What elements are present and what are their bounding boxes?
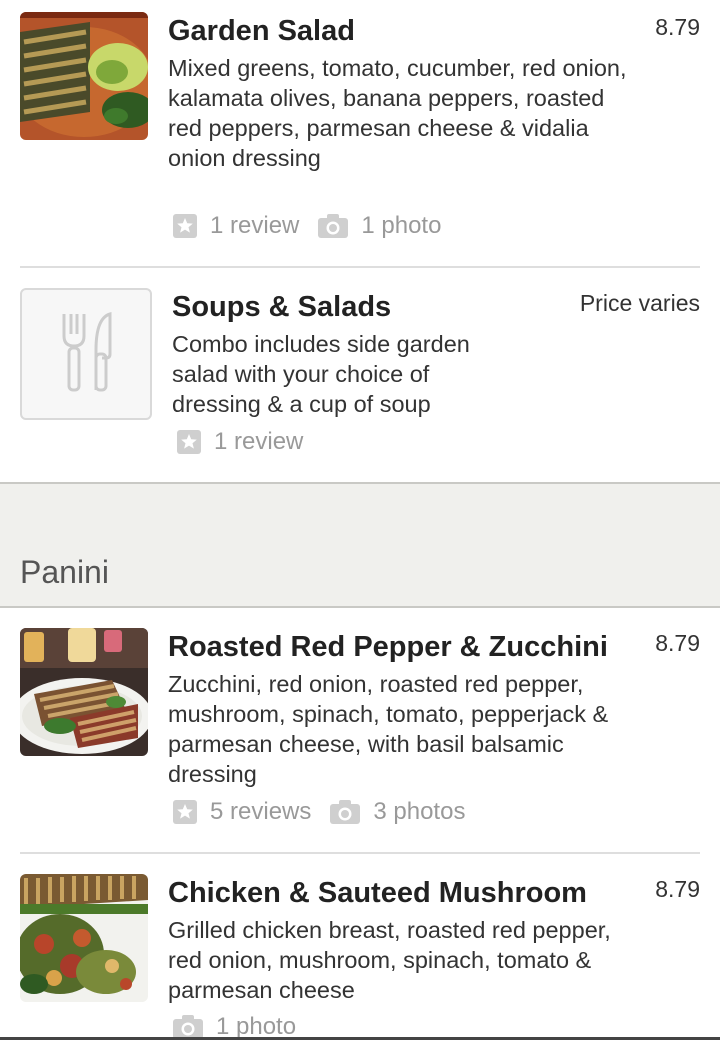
star-icon [172, 213, 198, 239]
photo-count[interactable]: 3 photos [329, 796, 465, 828]
review-count-label: 1 review [210, 212, 300, 239]
review-count-label: 5 reviews [210, 798, 312, 825]
item-title[interactable]: Soups & Salads [172, 289, 391, 325]
photo-count[interactable]: 1 photo [317, 210, 441, 242]
item-divider [20, 852, 700, 854]
item-photo[interactable] [20, 12, 148, 140]
item-description: Combo includes side garden salad with yo… [172, 331, 470, 417]
item-meta: 1 photo [172, 1011, 314, 1040]
photo-count-label: 1 photo [216, 1013, 297, 1040]
photo-count-label: 1 photo [361, 212, 442, 239]
item-description: Grilled chicken breast, roasted red pepp… [168, 917, 611, 1003]
review-count[interactable]: 5 reviews [172, 796, 311, 828]
item-price: Price varies [579, 290, 700, 316]
photo-count[interactable]: 1 photo [172, 1011, 296, 1040]
star-icon [176, 429, 202, 455]
item-description: Zucchini, red onion, roasted red pepper,… [168, 671, 609, 787]
item-meta: 5 reviews 3 photos [172, 796, 483, 828]
star-icon [172, 799, 198, 825]
item-price: 8.79 [655, 14, 700, 40]
camera-icon [329, 799, 361, 825]
review-count[interactable]: 1 review [172, 210, 299, 242]
review-count[interactable]: 1 review [176, 426, 303, 458]
item-photo-placeholder [20, 288, 152, 420]
item-meta: 1 review 1 photo [172, 210, 459, 242]
section-title-panini: Panini [20, 554, 109, 590]
review-count-label: 1 review [214, 428, 304, 455]
chicken-panini-photo-image [20, 874, 148, 1002]
item-price: 8.79 [655, 876, 700, 902]
photo-count-label: 3 photos [373, 798, 466, 825]
item-title[interactable]: Garden Salad [168, 13, 355, 49]
fork-knife-icon [56, 310, 116, 399]
item-title[interactable]: Roasted Red Pepper & Zucchini [168, 629, 608, 665]
item-meta: 1 review [176, 426, 321, 458]
item-photo[interactable] [20, 628, 148, 756]
item-divider [20, 266, 700, 268]
panini-photo-image [20, 628, 148, 756]
item-photo[interactable] [20, 874, 148, 1002]
salad-photo-image [20, 12, 148, 140]
item-description: Mixed greens, tomato, cucumber, red onio… [168, 55, 627, 171]
camera-icon [317, 213, 349, 239]
item-title[interactable]: Chicken & Sauteed Mushroom [168, 875, 587, 911]
item-price: 8.79 [655, 630, 700, 656]
